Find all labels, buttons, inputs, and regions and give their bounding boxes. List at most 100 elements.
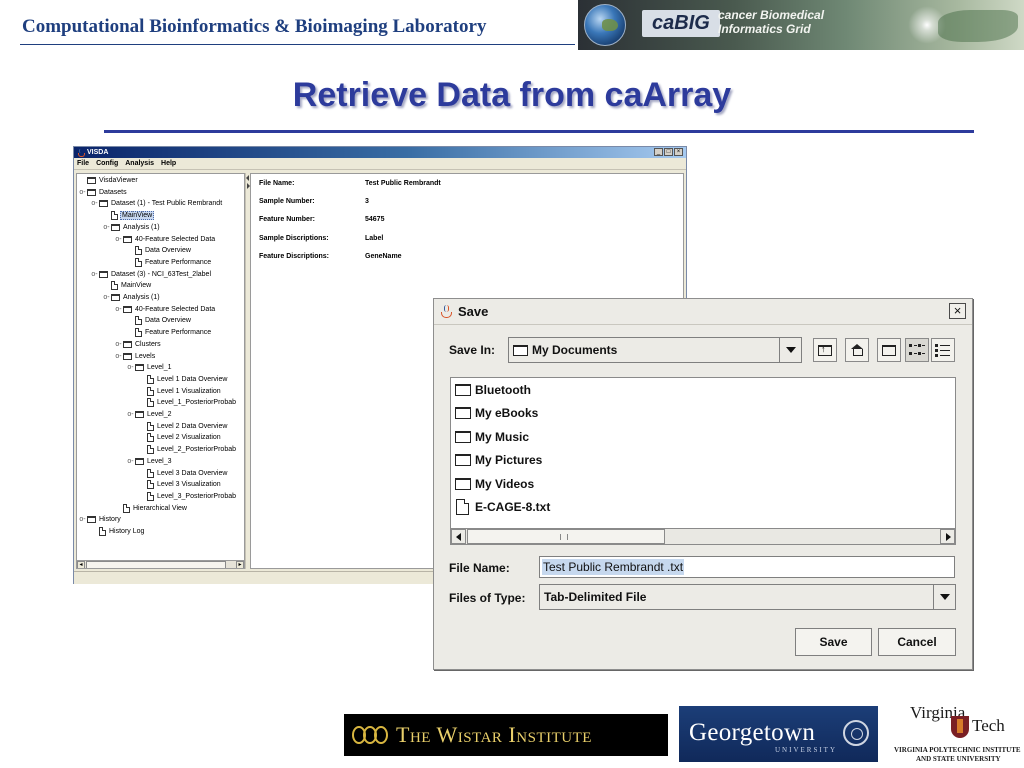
tree-item[interactable]: o- Level_3 — [127, 456, 173, 467]
chevron-down-icon[interactable] — [933, 585, 955, 609]
folder-icon — [87, 177, 96, 184]
file-list[interactable]: Bluetooth My eBooks My Music My Pictures My … — [450, 377, 956, 545]
maximize-button[interactable]: □ — [664, 148, 673, 156]
tree-item[interactable]: o- History — [79, 514, 122, 525]
scroll-thumb[interactable] — [467, 529, 665, 544]
detail-value: 3 — [365, 198, 369, 206]
tree-item[interactable]: Feature Performance — [127, 327, 212, 338]
file-type-dropdown[interactable]: Tab-Delimited File — [539, 584, 956, 610]
vt-line2: AND STATE UNIVERSITY — [916, 755, 1001, 763]
expand-toggle-icon[interactable]: o- — [127, 364, 134, 371]
tree-item[interactable]: Data Overview — [127, 315, 192, 326]
tree-item[interactable]: o- Clusters — [115, 339, 162, 350]
tree-item[interactable]: Level 1 Data Overview — [139, 374, 228, 385]
scroll-thumb[interactable] — [86, 561, 226, 568]
detail-key: Feature Discriptions: — [259, 252, 330, 260]
details-view-button[interactable] — [931, 338, 955, 362]
file-list-item[interactable]: My Videos — [455, 474, 534, 494]
detail-row: Sample Discriptions: Label — [259, 235, 565, 247]
tree-item[interactable]: Feature Performance — [127, 257, 212, 268]
visda-tree-panel[interactable]: VisdaViewer o- Datasets o- Dataset (1) - Tes… — [76, 173, 245, 569]
tree-item[interactable]: Level 3 Visualization — [139, 479, 222, 490]
expand-toggle-icon[interactable]: o- — [79, 189, 86, 196]
up-one-level-button[interactable] — [813, 338, 837, 362]
menu-config[interactable]: Config — [96, 160, 118, 167]
java-icon — [77, 148, 85, 157]
scroll-right-button[interactable]: ▸ — [236, 561, 244, 568]
expand-toggle-icon[interactable]: o- — [115, 306, 122, 313]
tree-item[interactable]: o- Datasets — [79, 187, 128, 198]
new-folder-button[interactable] — [877, 338, 901, 362]
tree-item[interactable]: Hierarchical View — [115, 503, 188, 514]
expand-toggle-icon[interactable]: o- — [127, 458, 134, 465]
chevron-down-icon[interactable] — [779, 338, 801, 362]
scroll-left-button[interactable] — [451, 529, 466, 544]
tree-item[interactable]: Level 2 Data Overview — [139, 421, 228, 432]
folder-icon — [135, 411, 144, 418]
tree-item-label: Feature Performance — [145, 329, 212, 337]
tree-item[interactable]: o- Dataset (3) - NCI_63Test_2label — [91, 269, 212, 280]
cancel-button[interactable]: Cancel — [878, 628, 956, 656]
scroll-left-button[interactable]: ◂ — [77, 561, 85, 568]
close-button[interactable]: × — [674, 148, 683, 156]
tree-item[interactable]: o- 40-Feature Selected Data — [115, 304, 216, 315]
tree-item[interactable]: Level_3_PosteriorProbab — [139, 491, 237, 502]
file-list-item[interactable]: My Music — [455, 427, 529, 447]
file-name-value: Test Public Rembrandt .txt — [542, 559, 685, 575]
file-list-item[interactable]: Bluetooth — [455, 380, 531, 400]
save-button[interactable]: Save — [795, 628, 872, 656]
title-rule — [104, 130, 974, 133]
tree-item[interactable]: Level_2_PosteriorProbab — [139, 444, 237, 455]
file-list-item[interactable]: My Pictures — [455, 450, 542, 470]
expand-toggle-icon[interactable]: o- — [103, 294, 110, 301]
scroll-right-button[interactable] — [940, 529, 955, 544]
expand-toggle-icon[interactable]: o- — [91, 200, 98, 207]
tree-item[interactable]: o- Analysis (1) — [103, 222, 161, 233]
file-name-input[interactable]: Test Public Rembrandt .txt — [539, 556, 955, 578]
tree-horizontal-scrollbar[interactable]: ◂ ▸ — [77, 560, 244, 568]
expand-toggle-icon[interactable]: o- — [115, 236, 122, 243]
expand-toggle-icon[interactable]: o- — [79, 516, 86, 523]
tree-item-label: Dataset (3) - NCI_63Test_2label — [111, 270, 211, 278]
tree-item[interactable]: o- 40-Feature Selected Data — [115, 234, 216, 245]
list-view-button[interactable] — [905, 338, 929, 362]
minimize-button[interactable]: _ — [654, 148, 663, 156]
expand-toggle-icon[interactable]: o- — [115, 353, 122, 360]
save-dialog-titlebar[interactable]: Save × — [434, 299, 972, 325]
tree-item-label: 40-Feature Selected Data — [135, 235, 216, 243]
menu-analysis[interactable]: Analysis — [125, 160, 154, 167]
dialog-close-button[interactable]: × — [949, 303, 966, 319]
tree-item[interactable]: o- Level_1 — [127, 362, 173, 373]
expand-toggle-icon[interactable]: o- — [103, 224, 110, 231]
tree-item[interactable]: Level 2 Visualization — [139, 432, 222, 443]
tree-item[interactable]: MainView — [103, 280, 152, 291]
file-list-item[interactable]: E-CAGE-8.txt — [455, 497, 550, 517]
tree-item[interactable]: o- Levels — [115, 351, 156, 362]
tree-item[interactable]: o- Level_2 — [127, 409, 173, 420]
file-icon — [135, 316, 142, 326]
home-button[interactable] — [845, 338, 869, 362]
tree-item-label: Level_2 — [147, 411, 172, 418]
tree-item[interactable]: Level_1_PosteriorProbab — [139, 397, 237, 408]
vt-shield-icon — [951, 716, 969, 738]
expand-toggle-icon[interactable]: o- — [91, 271, 98, 278]
folder-icon — [123, 340, 132, 348]
expand-toggle-icon[interactable]: o- — [127, 411, 134, 418]
menu-help[interactable]: Help — [161, 160, 176, 167]
visda-titlebar[interactable]: VISDA _ □ × — [74, 147, 686, 158]
tree-item[interactable]: Level 1 Visualization — [139, 386, 222, 397]
tree-item-label: MainView — [121, 282, 152, 290]
tree-item[interactable]: History Log — [91, 526, 145, 537]
tree-item[interactable]: VisdaViewer — [79, 175, 139, 186]
tree-item[interactable]: o- Dataset (1) - Test Public Rembrandt — [91, 198, 223, 209]
expand-toggle-icon[interactable]: o- — [115, 341, 122, 348]
tree-item[interactable]: Data Overview — [127, 245, 192, 256]
menu-file[interactable]: File — [77, 160, 89, 167]
tree-item[interactable]: MainView — [103, 210, 155, 221]
tree-item[interactable]: Level 3 Data Overview — [139, 468, 228, 479]
file-list-item[interactable]: My eBooks — [455, 403, 538, 423]
tree-item[interactable]: o- Analysis (1) — [103, 292, 161, 303]
detail-value: Test Public Rembrandt — [365, 180, 441, 187]
file-list-horizontal-scrollbar[interactable] — [451, 528, 955, 544]
save-in-dropdown[interactable]: My Documents — [508, 337, 802, 363]
